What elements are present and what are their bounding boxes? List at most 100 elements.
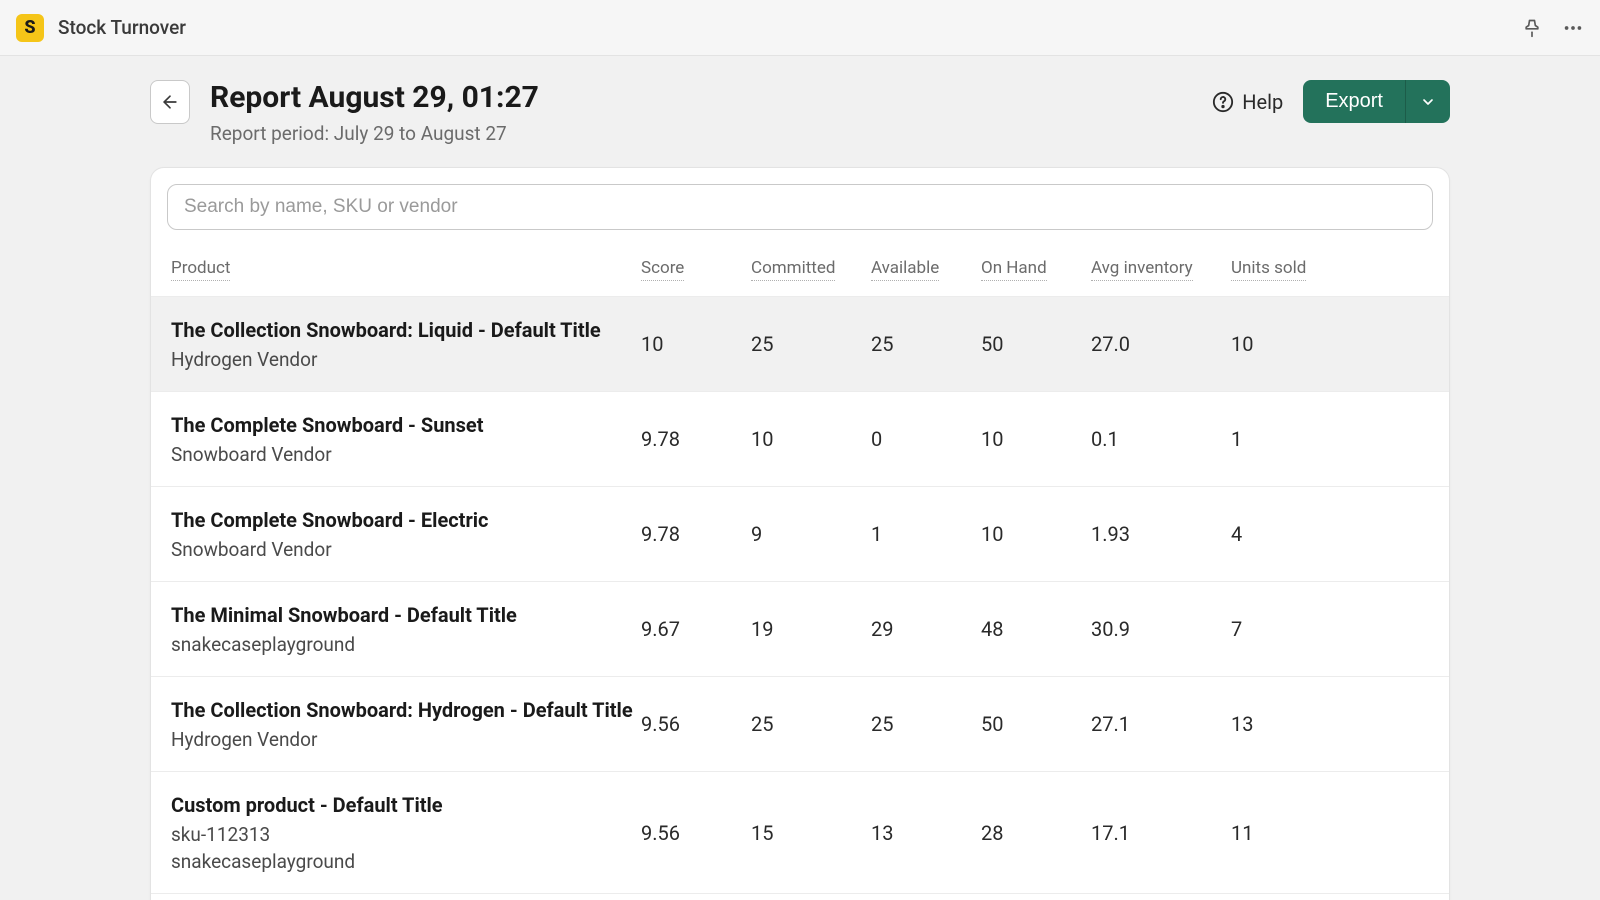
product-vendor: snakecaseplayground xyxy=(171,850,641,873)
product-vendor: Hydrogen Vendor xyxy=(171,728,641,751)
cell-units-sold: 7 xyxy=(1231,617,1331,641)
cell-committed: 19 xyxy=(751,617,871,641)
table-row[interactable]: The Complete Snowboard - SunsetSnowboard… xyxy=(151,391,1449,486)
cell-score: 9.56 xyxy=(641,712,751,736)
cell-on-hand: 10 xyxy=(981,522,1091,546)
product-cell: The Complete Snowboard - SunsetSnowboard… xyxy=(171,412,641,466)
page-header-right: Help Export xyxy=(1212,80,1450,123)
page-subtitle: Report period: July 29 to August 27 xyxy=(210,122,539,145)
col-product-label[interactable]: Product xyxy=(171,258,230,281)
cell-committed: 25 xyxy=(751,712,871,736)
more-icon[interactable] xyxy=(1562,17,1584,39)
cell-score: 9.78 xyxy=(641,522,751,546)
col-avg-label[interactable]: Avg inventory xyxy=(1091,258,1193,281)
product-cell: Custom product - Default Title sku-112313… xyxy=(171,792,641,873)
export-button[interactable]: Export xyxy=(1303,80,1406,123)
cell-on-hand: 50 xyxy=(981,332,1091,356)
product-name: The Complete Snowboard - Sunset xyxy=(171,412,641,439)
product-vendor: Hydrogen Vendor xyxy=(171,348,641,371)
col-committed: Committed xyxy=(751,258,871,282)
page-content: Report August 29, 01:27 Report period: J… xyxy=(0,56,1600,900)
product-name: The Minimal Snowboard - Default Title xyxy=(171,602,641,629)
cell-committed: 9 xyxy=(751,522,871,546)
arrow-left-icon xyxy=(160,92,180,112)
topbar-title-group: S Stock Turnover xyxy=(16,14,186,42)
chevron-down-icon xyxy=(1420,94,1436,110)
cell-avg-inventory: 27.1 xyxy=(1091,712,1231,736)
col-available-label[interactable]: Available xyxy=(871,258,939,281)
product-vendor: Snowboard Vendor xyxy=(171,538,641,561)
search-input[interactable] xyxy=(167,184,1433,230)
cell-available: 1 xyxy=(871,522,981,546)
cell-avg-inventory: 0.1 xyxy=(1091,427,1231,451)
cell-committed: 10 xyxy=(751,427,871,451)
help-label: Help xyxy=(1242,90,1283,114)
col-units-label[interactable]: Units sold xyxy=(1231,258,1306,281)
table-row[interactable]: Custom product - Default Title sku-112313… xyxy=(151,771,1449,893)
col-avg: Avg inventory xyxy=(1091,258,1231,282)
product-cell: The Complete Snowboard - ElectricSnowboa… xyxy=(171,507,641,561)
cell-available: 25 xyxy=(871,332,981,356)
product-vendor: snakecaseplayground xyxy=(171,633,641,656)
cell-available: 13 xyxy=(871,821,981,845)
cell-on-hand: 28 xyxy=(981,821,1091,845)
products-table: Product Score Committed Available On Han… xyxy=(151,246,1449,900)
table-body: The Collection Snowboard: Liquid - Defau… xyxy=(151,296,1449,900)
col-score-label[interactable]: Score xyxy=(641,258,684,281)
col-committed-label[interactable]: Committed xyxy=(751,258,835,281)
back-button[interactable] xyxy=(150,80,190,124)
cell-units-sold: 1 xyxy=(1231,427,1331,451)
export-button-group: Export xyxy=(1303,80,1450,123)
app-logo: S xyxy=(16,14,44,42)
topbar-actions xyxy=(1522,17,1584,39)
app-title: Stock Turnover xyxy=(58,16,186,39)
page-header-left: Report August 29, 01:27 Report period: J… xyxy=(150,80,539,145)
cell-on-hand: 50 xyxy=(981,712,1091,736)
product-cell: The Collection Snowboard: Hydrogen - Def… xyxy=(171,697,641,751)
col-units: Units sold xyxy=(1231,258,1331,282)
cell-avg-inventory: 27.0 xyxy=(1091,332,1231,356)
cell-available: 25 xyxy=(871,712,981,736)
product-name: The Collection Snowboard: Liquid - Defau… xyxy=(171,317,641,344)
product-sku: sku-112313 xyxy=(171,823,641,846)
help-link[interactable]: Help xyxy=(1212,90,1283,114)
cell-available: 29 xyxy=(871,617,981,641)
cell-on-hand: 48 xyxy=(981,617,1091,641)
product-name: The Collection Snowboard: Hydrogen - Def… xyxy=(171,697,641,724)
app-logo-letter: S xyxy=(24,17,35,38)
page-header: Report August 29, 01:27 Report period: J… xyxy=(150,80,1450,145)
search-wrapper xyxy=(151,168,1449,246)
cell-units-sold: 11 xyxy=(1231,821,1331,845)
export-dropdown-button[interactable] xyxy=(1406,80,1450,123)
cell-avg-inventory: 30.9 xyxy=(1091,617,1231,641)
page-title: Report August 29, 01:27 xyxy=(210,80,539,116)
pin-icon[interactable] xyxy=(1522,18,1542,38)
topbar: S Stock Turnover xyxy=(0,0,1600,56)
table-row[interactable]: The Collection Snowboard: Hydrogen - Def… xyxy=(151,676,1449,771)
cell-avg-inventory: 17.1 xyxy=(1091,821,1231,845)
table-row[interactable]: The Collection Snowboard: Liquid - Defau… xyxy=(151,296,1449,391)
cell-units-sold: 13 xyxy=(1231,712,1331,736)
cell-score: 9.56 xyxy=(641,821,751,845)
col-score: Score xyxy=(641,258,751,282)
cell-committed: 25 xyxy=(751,332,871,356)
cell-score: 10 xyxy=(641,332,751,356)
cell-units-sold: 10 xyxy=(1231,332,1331,356)
col-product: Product xyxy=(171,258,641,282)
product-name: Custom product - Default Title xyxy=(171,792,641,819)
cell-avg-inventory: 1.93 xyxy=(1091,522,1231,546)
product-cell: The Minimal Snowboard - Default Title sna… xyxy=(171,602,641,656)
cell-score: 9.78 xyxy=(641,427,751,451)
col-onhand: On Hand xyxy=(981,258,1091,282)
report-card: Product Score Committed Available On Han… xyxy=(150,167,1450,900)
cell-score: 9.67 xyxy=(641,617,751,641)
table-row[interactable]: The Minimal Snowboard - Default Title sna… xyxy=(151,581,1449,676)
cell-available: 0 xyxy=(871,427,981,451)
table-row[interactable]: The Complete Snowboard - PowderSnowboard… xyxy=(151,893,1449,900)
col-onhand-label[interactable]: On Hand xyxy=(981,258,1047,281)
table-row[interactable]: The Complete Snowboard - ElectricSnowboa… xyxy=(151,486,1449,581)
cell-committed: 15 xyxy=(751,821,871,845)
cell-units-sold: 4 xyxy=(1231,522,1331,546)
table-header: Product Score Committed Available On Han… xyxy=(151,246,1449,296)
cell-on-hand: 10 xyxy=(981,427,1091,451)
